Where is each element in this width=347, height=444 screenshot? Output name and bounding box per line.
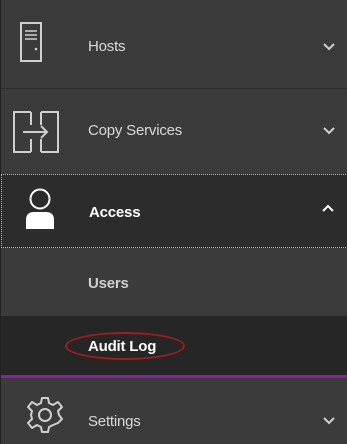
chevron-up-icon[interactable] (321, 203, 335, 213)
chevron-down-icon[interactable] (322, 42, 336, 52)
chevron-down-icon[interactable] (322, 416, 336, 426)
chevron-down-icon[interactable] (322, 126, 336, 136)
sidebar-menu: Hosts Copy Services Access Users Audit L… (0, 0, 347, 444)
menu-item-settings-label: Settings (88, 413, 141, 430)
copy-arrow-icon (13, 111, 59, 153)
menu-item-access-label: Access (89, 204, 141, 221)
menu-item-hosts[interactable]: Hosts (1, 0, 347, 88)
menu-item-copy-services[interactable]: Copy Services (1, 88, 347, 174)
menu-item-settings[interactable]: Settings (1, 381, 347, 444)
user-icon (26, 188, 54, 229)
submenu-item-audit-log-label: Audit Log (88, 338, 157, 355)
menu-item-copy-services-label: Copy Services (88, 122, 183, 139)
menu-item-hosts-label: Hosts (88, 38, 126, 55)
submenu-item-users-label: Users (88, 275, 129, 292)
gear-icon (27, 397, 63, 433)
submenu-item-audit-log[interactable]: Audit Log (1, 316, 347, 378)
submenu-item-users[interactable]: Users (1, 248, 347, 316)
menu-item-access[interactable]: Access (1, 174, 347, 248)
server-icon (20, 22, 42, 62)
